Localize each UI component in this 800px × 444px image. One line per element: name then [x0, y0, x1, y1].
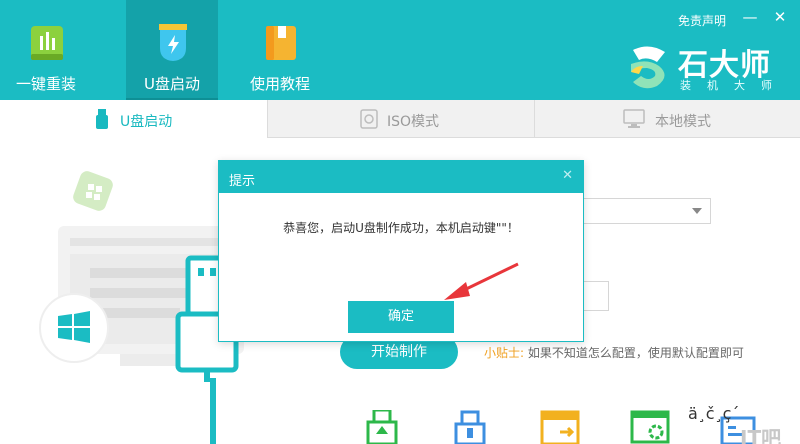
success-dialog: 提示 ✕ 恭喜您，启动U盘制作成功，本机启动键""！ 确定	[218, 160, 584, 342]
tab-iso-mode[interactable]: ISO模式	[268, 100, 535, 138]
tab-label: U盘启动	[120, 114, 173, 130]
nav-usb-boot[interactable]: U盘启动	[126, 0, 218, 100]
nav-tutorial[interactable]: 使用教程	[234, 0, 326, 100]
dialog-title: 提示	[229, 174, 256, 189]
brand-logo-icon	[631, 46, 665, 89]
usb-icon	[96, 109, 108, 129]
disc-icon	[360, 109, 378, 129]
mode-tabs: U盘启动 ISO模式 本地模式	[0, 100, 800, 139]
tab-label: 本地模式	[655, 114, 711, 130]
tip-message: 如果不知道怎么配置，使用默认配置即可	[527, 346, 744, 360]
close-button[interactable]: ✕	[772, 9, 788, 25]
dialog-header: 提示 ✕	[219, 161, 583, 193]
disclaimer-link[interactable]: 免责声明	[678, 12, 726, 29]
chevron-down-icon	[692, 208, 702, 214]
dialog-message: 恭喜您，启动U盘制作成功，本机启动键""！	[283, 221, 519, 235]
usb-upload-icon[interactable]	[366, 410, 398, 444]
nav-one-click-reinstall[interactable]: 一键重装	[0, 0, 92, 100]
nav-label: 使用教程	[249, 75, 310, 93]
chart-bars-icon	[31, 26, 63, 60]
tip-text: 小贴士: 如果不知道怎么配置，使用默认配置即可	[484, 344, 744, 361]
watermark: IT吧	[740, 426, 782, 444]
tab-label: ISO模式	[387, 114, 440, 130]
tab-usb-boot[interactable]: U盘启动	[0, 100, 268, 139]
usb-bolt-icon	[159, 24, 187, 61]
usb-device-select[interactable]	[575, 198, 711, 224]
nav-label: U盘启动	[144, 75, 200, 93]
confirm-button[interactable]: 确定	[348, 301, 454, 333]
annotation-arrow-icon	[444, 262, 519, 300]
dialog-close-button[interactable]: ✕	[562, 168, 573, 183]
tab-local-mode[interactable]: 本地模式	[535, 100, 800, 138]
usb-download-icon[interactable]	[454, 410, 486, 444]
monitor-icon	[623, 109, 645, 128]
app-header: 一键重装 U盘启动 使用教程 免责声明 — ✕ 石大师 装机大师	[0, 0, 800, 100]
folder-export-icon[interactable]	[540, 410, 580, 444]
brand-subtitle: 装机大师	[680, 79, 788, 92]
book-icon	[266, 26, 296, 60]
minimize-button[interactable]: —	[742, 9, 758, 25]
garbled-text: ä¸č¸ç´	[688, 404, 740, 423]
tip-label: 小贴士:	[484, 346, 525, 360]
nav-label: 一键重装	[15, 75, 76, 93]
monitor-refresh-icon[interactable]	[630, 410, 670, 444]
